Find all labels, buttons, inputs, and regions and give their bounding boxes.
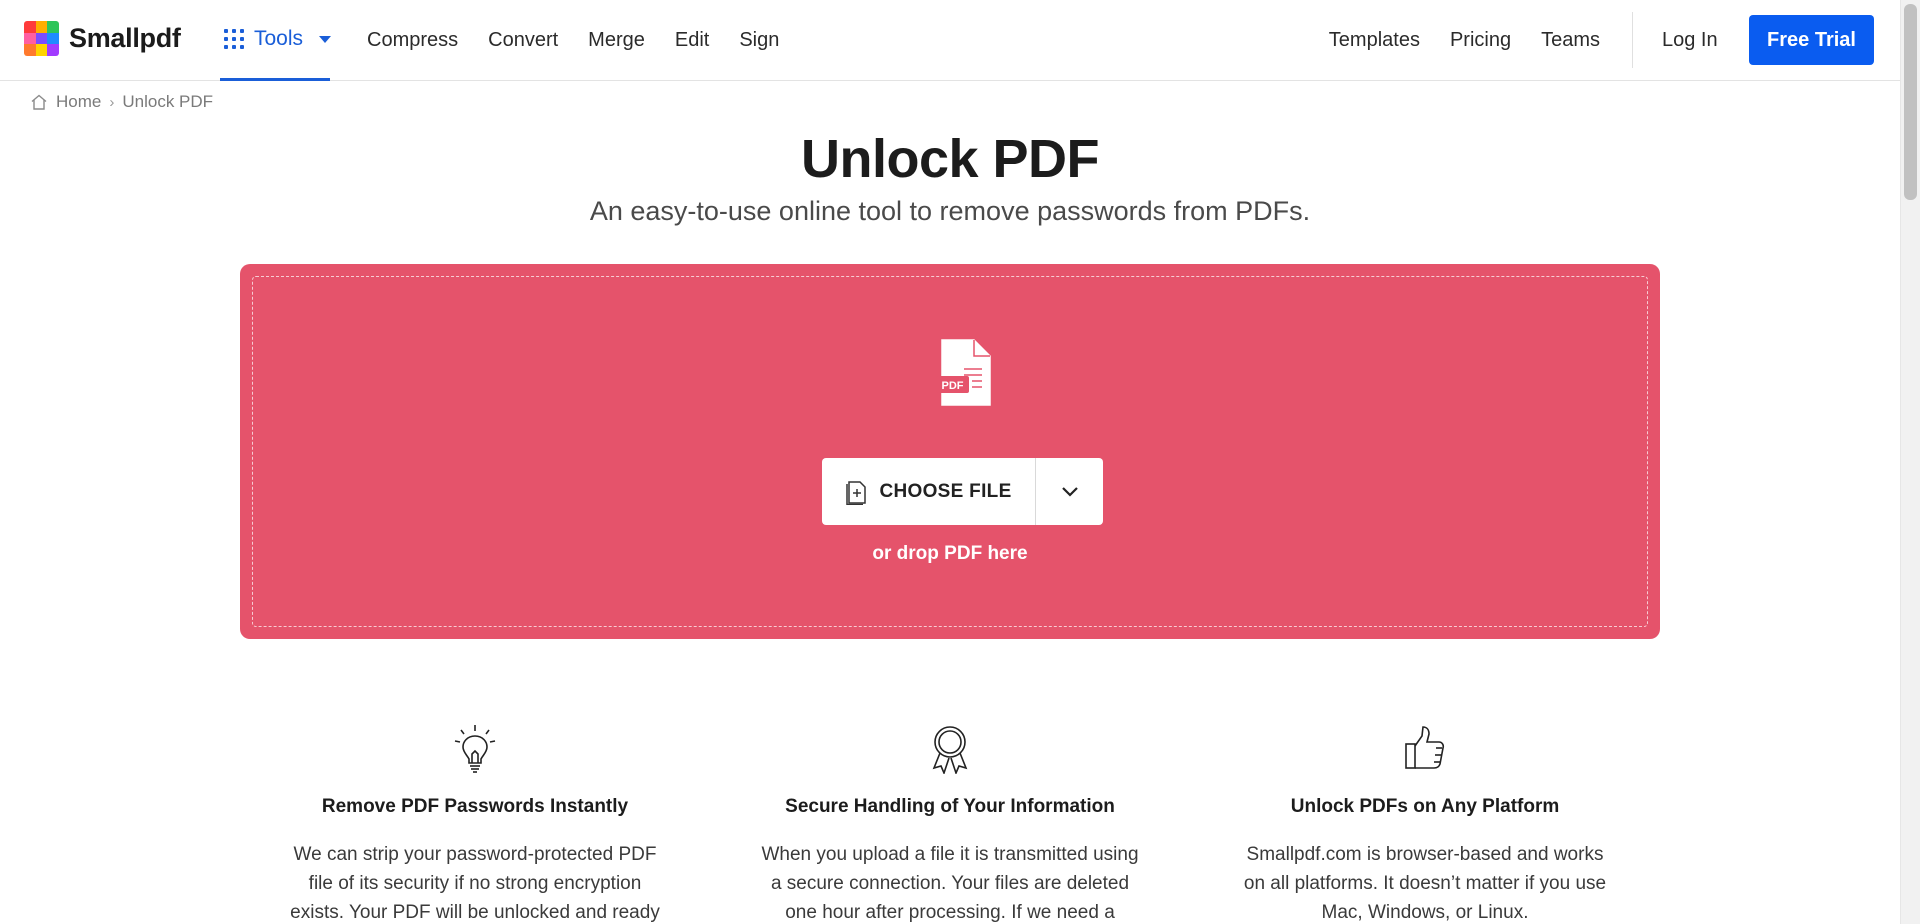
top-header: Smallpdf Tools Compress Convert Merge Ed… xyxy=(0,0,1900,81)
brand-name: Smallpdf xyxy=(69,23,181,53)
dropzone-border: PDF CHOOSE FILE or drop PDF here xyxy=(252,276,1648,627)
feature-text: Smallpdf.com is browser-based and works … xyxy=(1243,844,1607,923)
breadcrumb-separator: › xyxy=(109,93,115,111)
scrollbar-thumb[interactable] xyxy=(1904,4,1917,200)
feature-text: When you upload a file it is transmitted… xyxy=(761,844,1139,923)
features-section: Remove PDF Passwords Instantly We can st… xyxy=(240,724,1660,924)
breadcrumb: Home › Unlock PDF xyxy=(30,92,213,112)
brand-logo[interactable]: Smallpdf xyxy=(24,21,181,56)
page-scrollbar[interactable] xyxy=(1900,0,1920,924)
page-title: Unlock PDF xyxy=(800,129,1100,189)
chevron-down-icon xyxy=(1061,486,1078,497)
login-link[interactable]: Log In xyxy=(1662,0,1718,81)
choose-file-button[interactable]: CHOOSE FILE xyxy=(822,458,1036,525)
caret-down-icon xyxy=(319,35,332,43)
free-trial-button[interactable]: Free Trial xyxy=(1749,15,1874,65)
nav-templates[interactable]: Templates xyxy=(1329,29,1420,52)
feature-text: We can strip your password-protected PDF… xyxy=(290,844,660,923)
nav-convert[interactable]: Convert xyxy=(488,29,558,52)
feature-item: Unlock PDFs on Any Platform Smallpdf.com… xyxy=(1190,724,1660,924)
secondary-nav: Templates Pricing Teams xyxy=(1329,0,1600,81)
header-divider xyxy=(1632,12,1633,68)
feature-item: Remove PDF Passwords Instantly We can st… xyxy=(240,724,710,924)
feature-item: Secure Handling of Your Information When… xyxy=(715,724,1185,924)
lightbulb-icon xyxy=(454,725,496,773)
nav-pricing[interactable]: Pricing xyxy=(1450,29,1511,52)
primary-nav: Compress Convert Merge Edit Sign xyxy=(367,0,779,81)
feature-title: Remove PDF Passwords Instantly xyxy=(321,796,629,817)
page-subtitle: An easy-to-use online tool to remove pas… xyxy=(589,196,1311,226)
nav-merge[interactable]: Merge xyxy=(588,29,645,52)
nav-teams[interactable]: Teams xyxy=(1541,29,1600,52)
breadcrumb-home[interactable]: Home xyxy=(56,92,101,112)
breadcrumb-current: Unlock PDF xyxy=(122,92,214,111)
upload-options-dropdown[interactable] xyxy=(1036,458,1103,525)
smallpdf-logo-icon xyxy=(24,21,59,56)
feature-title: Secure Handling of Your Information xyxy=(785,796,1115,817)
tools-menu-button[interactable]: Tools xyxy=(220,0,332,81)
nav-compress[interactable]: Compress xyxy=(367,29,458,52)
award-ribbon-icon xyxy=(932,726,968,774)
nav-sign[interactable]: Sign xyxy=(739,29,779,52)
tools-label: Tools xyxy=(254,27,304,50)
drop-hint: or drop PDF here xyxy=(872,543,1028,564)
pdf-badge-text: PDF xyxy=(942,380,964,392)
apps-grid-icon xyxy=(224,29,244,49)
file-dropzone[interactable]: PDF CHOOSE FILE or drop PDF here xyxy=(240,264,1660,639)
pdf-file-icon: PDF xyxy=(936,339,991,406)
nav-edit[interactable]: Edit xyxy=(675,29,709,52)
choose-file-control: CHOOSE FILE xyxy=(822,458,1103,525)
add-file-icon xyxy=(846,481,867,505)
home-icon xyxy=(31,94,47,110)
choose-file-label: CHOOSE FILE xyxy=(879,480,1012,502)
feature-title: Unlock PDFs on Any Platform xyxy=(1290,796,1560,817)
thumbs-up-icon xyxy=(1405,726,1445,769)
